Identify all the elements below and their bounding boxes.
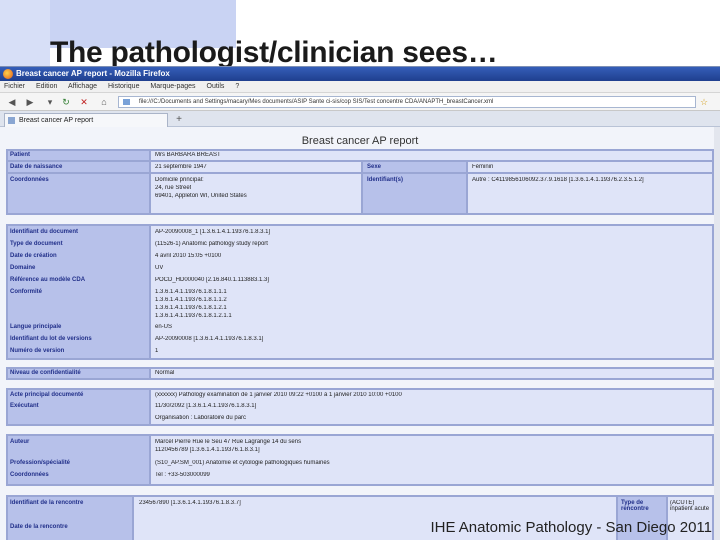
patient-label: Patient — [10, 152, 31, 158]
confidentiality-value: Normal — [155, 370, 175, 376]
encounter-id-label: Identifiant de la rencontre — [10, 500, 84, 506]
window-title: Breast cancer AP report - Mozilla Firefo… — [16, 69, 170, 78]
tab-bar: Breast cancer AP report + — [0, 111, 720, 127]
encounter-type-label: Type de rencontre — [621, 500, 649, 512]
slide-decoration-accent — [0, 0, 50, 70]
menu-item-affichage[interactable]: Affichage — [68, 83, 97, 90]
author-coordinates-value: Tel : +33-503000099 — [155, 472, 210, 478]
domain-label: Domaine — [10, 265, 36, 271]
navigation-toolbar: ◀ ▶ ▾ ↻ ✕ ⌂ file:///C:/Documents and Set… — [0, 93, 720, 111]
version-set-label: Identifiant du lot de versions — [10, 336, 92, 342]
forward-arrow-icon[interactable]: ▶ — [24, 96, 36, 108]
menu-bar: Fichier Edition Affichage Historique Mar… — [0, 81, 720, 93]
home-icon[interactable]: ⌂ — [98, 96, 110, 108]
sexe-value: Féminin — [472, 164, 494, 170]
menu-item-edition[interactable]: Edition — [36, 83, 57, 90]
act-section: Acte principal documenté (xxxxxx) Pathol… — [6, 388, 714, 426]
cda-ref-value: POCD_HD000040 [2.16.840.1.113883.1.3] — [155, 277, 269, 283]
creation-date-value: 4 avril 2010 15:05 +0100 — [155, 253, 222, 259]
new-tab-button[interactable]: + — [172, 113, 186, 126]
bookmark-star-icon[interactable]: ☆ — [698, 96, 710, 108]
document-id-label: Identifiant du document — [10, 229, 78, 235]
conformity-value-3: 1.3.6.1.4.1.19376.1.8.1.2.1 — [155, 305, 227, 311]
language-label: Langue principale — [10, 324, 62, 330]
document-section: Identifiant du document AP-20090008_1 [1… — [6, 224, 714, 360]
document-type-label: Type de document — [10, 241, 63, 247]
author-value-1: Marcel Pierre Rue le Seu 47 Rue Lagrange… — [155, 439, 302, 445]
page-content: Breast cancer AP report Patient Mrs BARB… — [0, 127, 720, 540]
back-arrow-icon[interactable]: ◀ — [6, 96, 18, 108]
report-title: Breast cancer AP report — [301, 135, 419, 147]
browser-window: Breast cancer AP report - Mozilla Firefo… — [0, 66, 720, 540]
sexe-label: Sexe — [367, 164, 382, 170]
conformity-value-1: 1.3.6.1.4.1.19376.1.8.1.1.1 — [155, 289, 227, 295]
executant-value-2: Organisation : Laboratoire du parc — [155, 415, 247, 421]
domain-value: UV — [155, 265, 164, 271]
identifiers-value: Autre : C4119856106092.37.9.1618 [1.3.6.… — [472, 177, 644, 183]
url-input[interactable]: file:///C:/Documents and Settings/macary… — [118, 96, 696, 108]
menu-item-fichier[interactable]: Fichier — [4, 83, 25, 90]
patient-value: Mrs BARBARA BREAST — [155, 152, 221, 158]
url-text: file:///C:/Documents and Settings/macary… — [139, 99, 494, 105]
dropdown-arrow-icon[interactable]: ▾ — [44, 96, 56, 108]
identifiers-label: Identifiant(s) — [367, 177, 403, 183]
encounter-type-value: (ACUTE) inpatient acute — [670, 500, 710, 512]
language-value: en-US — [155, 324, 173, 330]
conformity-value-4: 1.3.6.1.4.1.19376.1.8.1.2.1.1 — [155, 313, 232, 319]
encounter-id-value: 234567890 [1.3.6.1.4.1.19376.1.8.3.7] — [139, 500, 241, 506]
patient-section: Patient Mrs BARBARA BREAST Date de naiss… — [6, 149, 714, 215]
conformity-label: Conformité — [10, 289, 42, 295]
document-id-value: AP-20090008_1 [1.3.6.1.4.1.19376.1.8.3.1… — [155, 229, 271, 235]
coordinates-line-1: Domicile principal: — [155, 177, 204, 183]
confidentiality-label: Niveau de confidentialité — [10, 370, 81, 376]
profession-value: (S10_AP.SM_001) Anatomie et cytologie pa… — [155, 460, 330, 466]
slide-title: The pathologist/clinician sees… — [50, 36, 498, 69]
act-label: Acte principal documenté — [10, 392, 84, 398]
menu-item-outils[interactable]: Outils — [207, 83, 225, 90]
vertical-scrollbar[interactable] — [714, 127, 720, 540]
dob-label: Date de naissance — [10, 164, 63, 170]
cda-ref-label: Référence au modèle CDA — [10, 277, 86, 283]
dob-value: 21 septembre 1947 — [155, 164, 207, 170]
menu-item-marque-pages[interactable]: Marque-pages — [150, 83, 195, 90]
stop-icon[interactable]: ✕ — [78, 96, 90, 108]
coordinates-line-3: 69401, Appleton WI, United States — [155, 193, 247, 199]
window-titlebar: Breast cancer AP report - Mozilla Firefo… — [0, 67, 720, 81]
profession-label: Profession/spécialité — [10, 460, 71, 466]
slide-footer: IHE Anatomic Pathology - San Diego 2011 — [430, 519, 712, 536]
document-type-value: (11526-1) Anatomic pathology study repor… — [155, 241, 268, 247]
author-label: Auteur — [10, 439, 30, 445]
page-icon — [8, 117, 15, 124]
coordinates-line-2: 24, rue Street — [155, 185, 192, 191]
encounter-date-label: Date de la rencontre — [10, 524, 68, 530]
conformity-value-2: 1.3.6.1.4.1.19376.1.8.1.1.2 — [155, 297, 227, 303]
tab-label: Breast cancer AP report — [19, 117, 94, 124]
coordinates-label: Coordonnées — [10, 177, 49, 183]
version-number-value: 1 — [155, 348, 159, 354]
author-value-2: 1120456789 [1.3.6.1.4.1.19376.1.8.3.1] — [155, 447, 260, 453]
executant-value-1: 11/30/2092 [1.3.6.1.4.1.19376.1.8.3.1] — [155, 403, 257, 409]
author-coordinates-label: Coordonnées — [10, 472, 49, 478]
creation-date-label: Date de création — [10, 253, 57, 259]
page-icon — [123, 99, 130, 105]
reload-icon[interactable]: ↻ — [60, 96, 72, 108]
tab-breast-cancer-report[interactable]: Breast cancer AP report — [4, 113, 168, 127]
executant-label: Exécutant — [10, 403, 39, 409]
version-number-label: Numéro de version — [10, 348, 65, 354]
menu-item-historique[interactable]: Historique — [108, 83, 140, 90]
menu-item-help[interactable]: ? — [235, 83, 239, 90]
confidentiality-section: Niveau de confidentialité Normal — [6, 367, 714, 380]
firefox-icon — [3, 69, 13, 79]
author-section: Auteur Marcel Pierre Rue le Seu 47 Rue L… — [6, 434, 714, 486]
version-set-value: AP-20090008 [1.3.6.1.4.1.19376.1.8.3.1] — [155, 336, 264, 342]
act-value: (xxxxxx) Pathology examination de 1 janv… — [155, 392, 402, 398]
